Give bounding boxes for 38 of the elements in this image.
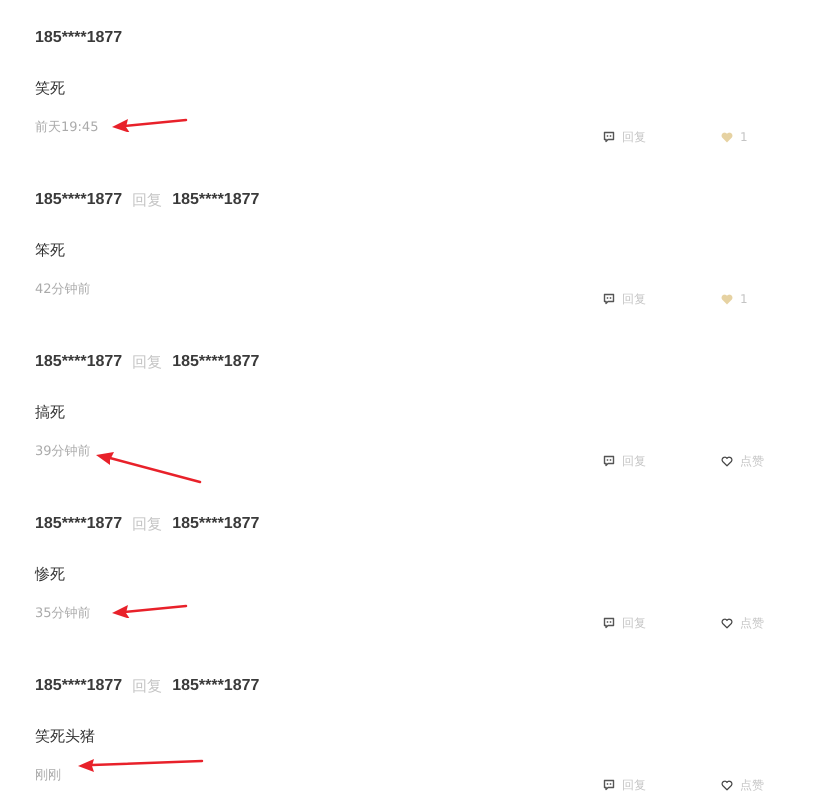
like-button[interactable]: 1 <box>721 129 748 145</box>
reply-button[interactable]: 回复 <box>603 615 721 631</box>
reply-button[interactable]: 回复 <box>603 129 721 145</box>
timestamp: 39分钟前 <box>35 444 92 460</box>
reply-button[interactable]: 回复 <box>603 453 721 469</box>
comment-icon <box>603 617 615 629</box>
reply-word: 回复 <box>132 676 162 696</box>
timestamp: 35分钟前 <box>35 606 92 622</box>
comment-text: 搞死 <box>35 402 66 422</box>
author-name[interactable]: 185****1877 <box>35 191 122 209</box>
author-name[interactable]: 185****1877 <box>172 677 260 695</box>
timestamp: 刚刚 <box>35 768 62 784</box>
like-button[interactable]: 1 <box>721 291 748 307</box>
author-name[interactable]: 185****1877 <box>172 353 260 371</box>
reply-word: 回复 <box>132 514 162 534</box>
comment-icon <box>603 293 615 305</box>
author-name[interactable]: 185****1877 <box>35 677 122 695</box>
like-button[interactable]: 点赞 <box>721 453 764 469</box>
comment-icon <box>603 455 615 467</box>
author-name[interactable]: 185****1877 <box>35 29 122 47</box>
timestamp: 前天19:45 <box>35 120 100 136</box>
comment-text: 笑死 <box>35 78 66 98</box>
like-button[interactable]: 点赞 <box>721 777 764 793</box>
reply-word: 回复 <box>132 352 162 372</box>
reply-button[interactable]: 回复 <box>603 291 721 307</box>
comment-icon <box>603 779 615 791</box>
author-name[interactable]: 185****1877 <box>172 191 260 209</box>
author-name[interactable]: 185****1877 <box>172 515 260 533</box>
comment-text: 笨死 <box>35 240 66 260</box>
comment-icon <box>603 131 615 143</box>
like-button[interactable]: 点赞 <box>721 615 764 631</box>
author-name[interactable]: 185****1877 <box>35 515 122 533</box>
timestamp: 42分钟前 <box>35 282 92 298</box>
reply-word: 回复 <box>132 190 162 210</box>
comment-text: 惨死 <box>35 564 66 584</box>
author-name[interactable]: 185****1877 <box>35 353 122 371</box>
reply-button[interactable]: 回复 <box>603 777 721 793</box>
comment-text: 笑死头猪 <box>35 726 96 746</box>
